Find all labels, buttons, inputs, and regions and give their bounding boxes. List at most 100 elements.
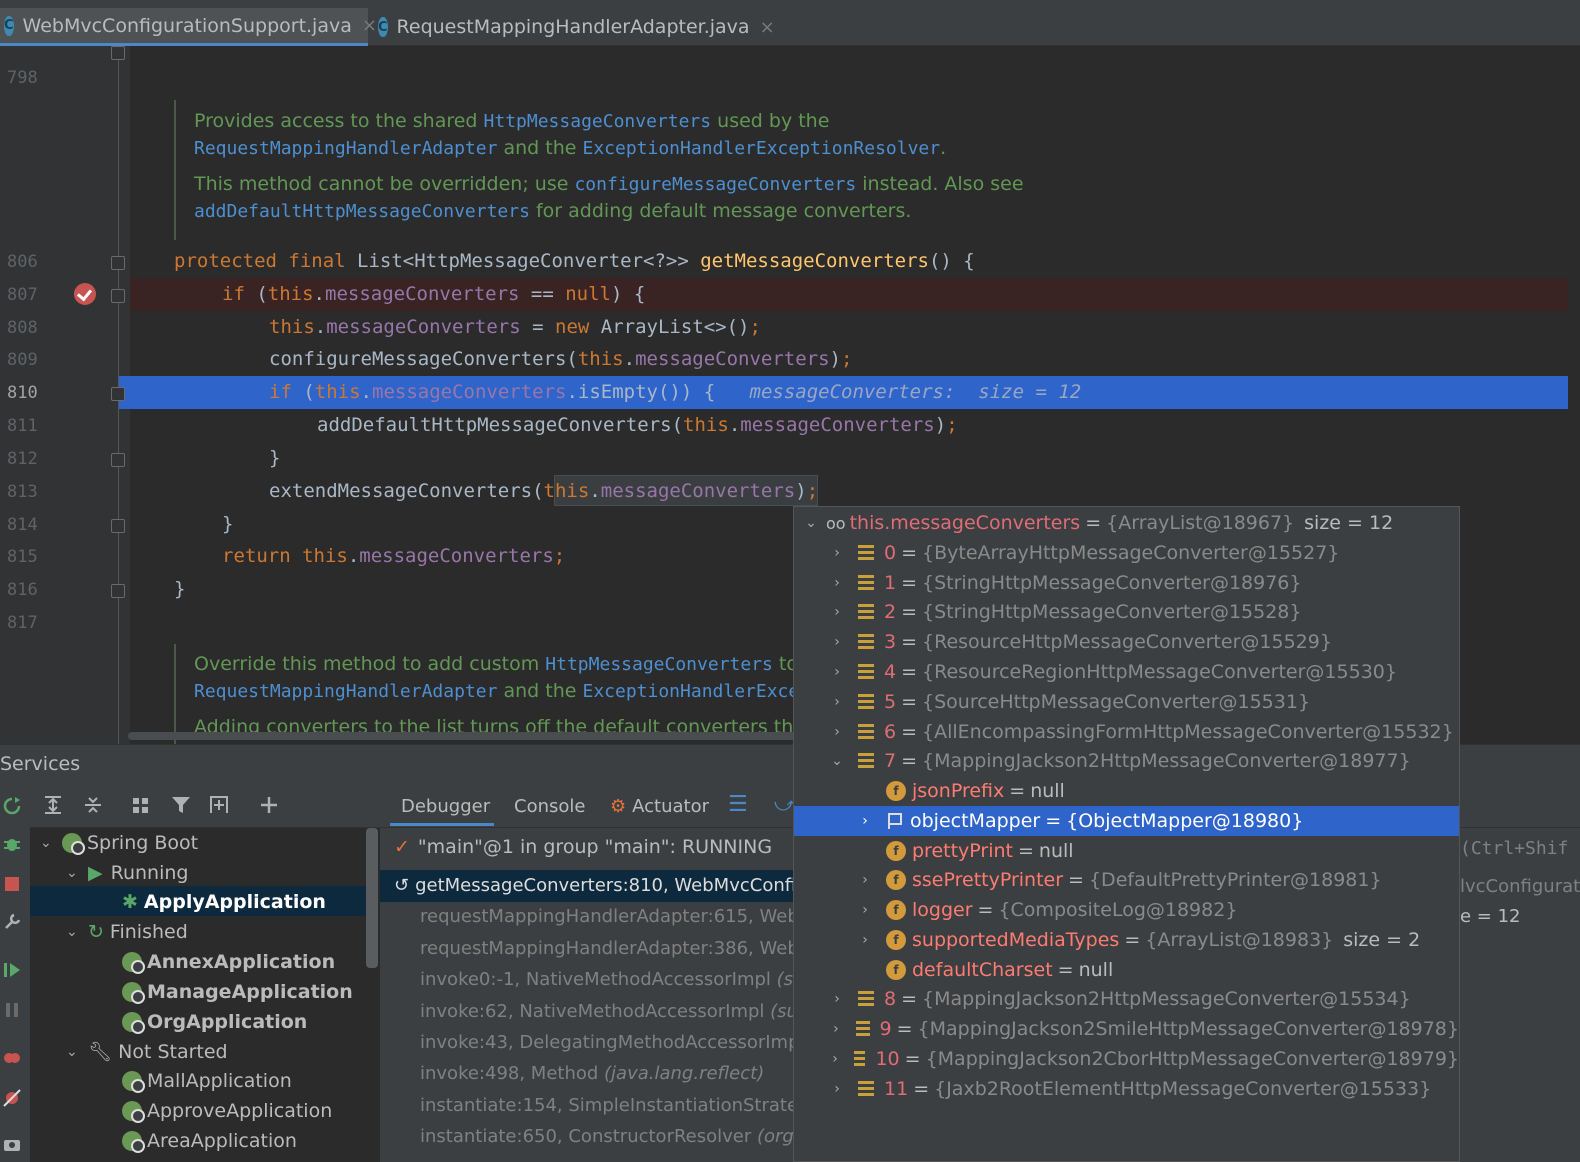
popup-field-row[interactable]: › f ssePrettyPrinter = {DefaultPrettyPrinter… [794, 865, 1459, 895]
horizontal-scrollbar[interactable] [128, 732, 808, 740]
fold-marker[interactable] [111, 46, 125, 60]
frame-item[interactable]: instantiate:154, SimpleInstantiationStra… [420, 1095, 820, 1116]
chevron-right-icon[interactable]: › [830, 1081, 844, 1097]
tree-node-area-application[interactable]: AreaApplication [122, 1130, 297, 1153]
popup-root-row[interactable]: ⌄ oo this.messageConverters = {ArrayList@1… [794, 508, 1459, 538]
tree-node-manage-application[interactable]: ManageApplication [122, 981, 353, 1004]
chevron-right-icon[interactable]: › [830, 991, 844, 1007]
popup-item-row[interactable]: › 1 = {StringHttpMessageConverter@18976} [794, 568, 1459, 598]
rerun-icon[interactable] [2, 796, 22, 816]
chevron-down-icon[interactable]: ⌄ [804, 515, 818, 531]
popup-field-row[interactable]: f prettyPrint = null [794, 836, 1459, 866]
tab-console[interactable]: Console [514, 796, 585, 817]
close-icon[interactable]: × [362, 15, 377, 36]
layout-icon[interactable]: ☰ [728, 792, 748, 817]
popup-item-row[interactable]: › 11 = {Jaxb2RootElementHttpMessageConverte… [794, 1074, 1459, 1104]
fold-marker[interactable] [111, 387, 125, 401]
frame-item[interactable]: instantiate:650, ConstructorResolver (or… [420, 1126, 820, 1147]
tree-node-finished[interactable]: ⌄ ↻ Finished [66, 921, 188, 943]
popup-field-row[interactable]: › f supportedMediaTypes = {ArrayList@18983} s… [794, 925, 1459, 955]
tree-node-org-application[interactable]: OrgApplication [122, 1011, 307, 1034]
chevron-down-icon[interactable]: ⌄ [66, 1044, 82, 1060]
chevron-right-icon[interactable]: › [830, 724, 844, 740]
popup-item-row[interactable]: › 3 = {ResourceHttpMessageConverter@15529} [794, 627, 1459, 657]
mute-breakpoints-icon[interactable] [2, 1088, 22, 1108]
tree-node-annex-application[interactable]: AnnexApplication [122, 951, 335, 974]
chevron-down-icon[interactable]: ⌄ [66, 865, 82, 881]
chevron-down-icon[interactable]: ⌄ [830, 753, 844, 769]
chevron-right-icon[interactable]: › [858, 932, 872, 948]
frame-item[interactable]: invoke0:-1, NativeMethodAccessorImpl (su… [420, 969, 816, 990]
frame-item[interactable]: ↺ getMessageConverters:810, WebMvcConfig [394, 875, 808, 896]
close-icon[interactable]: × [760, 17, 775, 38]
popup-item-row[interactable]: › 9 = {MappingJackson2SmileHttpMessageConve… [794, 1014, 1459, 1044]
tab-requestmappinghandleradapter[interactable]: C RequestMappingHandlerAdapter.java × [378, 8, 775, 46]
popup-field-row[interactable]: f defaultCharset = null [794, 955, 1459, 985]
chevron-right-icon[interactable]: › [830, 694, 844, 710]
fold-marker[interactable] [111, 453, 125, 467]
group-by-icon[interactable] [130, 794, 152, 816]
camera-icon[interactable] [2, 1134, 22, 1154]
tab-webmvcconfigurationsupport[interactable]: C WebMvcConfigurationSupport.java × [0, 8, 377, 46]
vertical-scrollbar[interactable] [1568, 46, 1580, 744]
expand-all-icon[interactable] [42, 794, 64, 816]
pause-icon[interactable] [2, 1000, 22, 1020]
chevron-right-icon[interactable]: › [858, 872, 872, 888]
view-breakpoints-icon[interactable] [2, 1048, 22, 1068]
tree-node-running[interactable]: ⌄ ▶ Running [66, 862, 188, 884]
popup-field-row[interactable]: f jsonPrefix = null [794, 776, 1459, 806]
frame-item[interactable]: invoke:43, DelegatingMethodAccessorImpl [420, 1032, 805, 1053]
tree-node-spring-boot[interactable]: ⌄ Spring Boot [40, 832, 198, 855]
chevron-right-icon[interactable]: › [830, 1021, 842, 1037]
popup-item-row[interactable]: › 10 = {MappingJackson2CborHttpMessageConve… [794, 1044, 1459, 1074]
resume-icon[interactable] [2, 960, 22, 980]
popup-item-row[interactable]: › 5 = {SourceHttpMessageConverter@15531} [794, 687, 1459, 717]
debug-icon[interactable] [2, 834, 22, 854]
fold-marker[interactable] [111, 519, 125, 533]
wrench-icon[interactable] [2, 912, 22, 932]
popup-item-row[interactable]: › 2 = {StringHttpMessageConverter@15528} [794, 597, 1459, 627]
chevron-right-icon[interactable]: › [830, 1051, 840, 1067]
tab-debugger[interactable]: Debugger [401, 796, 490, 817]
tree-scrollbar[interactable] [366, 828, 378, 968]
chevron-right-icon[interactable]: › [830, 575, 844, 591]
chevron-right-icon[interactable]: › [830, 604, 844, 620]
debug-value-popup[interactable]: ⌄ oo this.messageConverters = {ArrayList@1… [793, 506, 1460, 1162]
popup-item-row[interactable]: › 4 = {ResourceRegionHttpMessageConverter@1… [794, 657, 1459, 687]
frame-item[interactable]: invoke:498, Method (java.lang.reflect) [420, 1063, 764, 1084]
fold-marker[interactable] [111, 256, 125, 270]
tab-actuator[interactable]: ⚙ Actuator [610, 796, 709, 817]
chevron-right-icon[interactable]: › [858, 813, 872, 829]
frame-return-icon: ↺ [394, 875, 410, 896]
popup-field-row[interactable]: › f logger = {CompositeLog@18982} [794, 895, 1459, 925]
chevron-right-icon[interactable]: › [830, 634, 844, 650]
breakpoint-icon[interactable] [74, 283, 96, 305]
chevron-right-icon[interactable]: › [858, 902, 872, 918]
frame-item[interactable]: requestMappingHandlerAdapter:386, WebM [420, 938, 814, 959]
tree-node-apply-application[interactable]: ✱ ApplyApplication [122, 891, 326, 913]
variables-panel[interactable]: (Ctrl+Shif lvcConfigurat e = 12 [1460, 828, 1580, 1162]
frame-item[interactable]: invoke:62, NativeMethodAccessorImpl (sun… [420, 1001, 815, 1022]
tree-node-approve-application[interactable]: ApproveApplication [122, 1100, 332, 1123]
popup-item-row[interactable]: › 8 = {MappingJackson2HttpMessageConverter@… [794, 984, 1459, 1014]
stop-icon[interactable] [2, 874, 22, 894]
new-tab-icon[interactable] [208, 794, 230, 816]
collapse-all-icon[interactable] [82, 794, 104, 816]
popup-field-row-selected[interactable]: › objectMapper = {ObjectMapper@18980} [794, 806, 1459, 836]
chevron-right-icon[interactable]: › [830, 545, 844, 561]
fold-marker[interactable] [111, 584, 125, 598]
popup-item-row[interactable]: › 6 = {AllEncompassingFormHttpMessageConver… [794, 717, 1459, 747]
chevron-right-icon[interactable]: › [830, 664, 844, 680]
popup-item-row[interactable]: › 0 = {ByteArrayHttpMessageConverter@15527} [794, 538, 1459, 568]
tree-node-mall-application[interactable]: MallApplication [122, 1070, 292, 1093]
filter-icon[interactable] [170, 794, 192, 816]
add-service-icon[interactable] [258, 794, 280, 816]
frame-item[interactable]: requestMappingHandlerAdapter:615, WebM [420, 906, 814, 927]
thread-selector[interactable]: ✓ "main"@1 in group "main": RUNNING [394, 836, 772, 858]
chevron-down-icon[interactable]: ⌄ [66, 924, 82, 940]
tree-node-not-started[interactable]: ⌄ 🔧︎ Not Started [66, 1040, 228, 1064]
rerun-icon: ↻ [88, 921, 104, 943]
popup-item-row-expanded[interactable]: ⌄ 7 = {MappingJackson2HttpMessageConverter@… [794, 746, 1459, 776]
chevron-down-icon[interactable]: ⌄ [40, 835, 56, 851]
fold-marker[interactable] [111, 289, 125, 303]
